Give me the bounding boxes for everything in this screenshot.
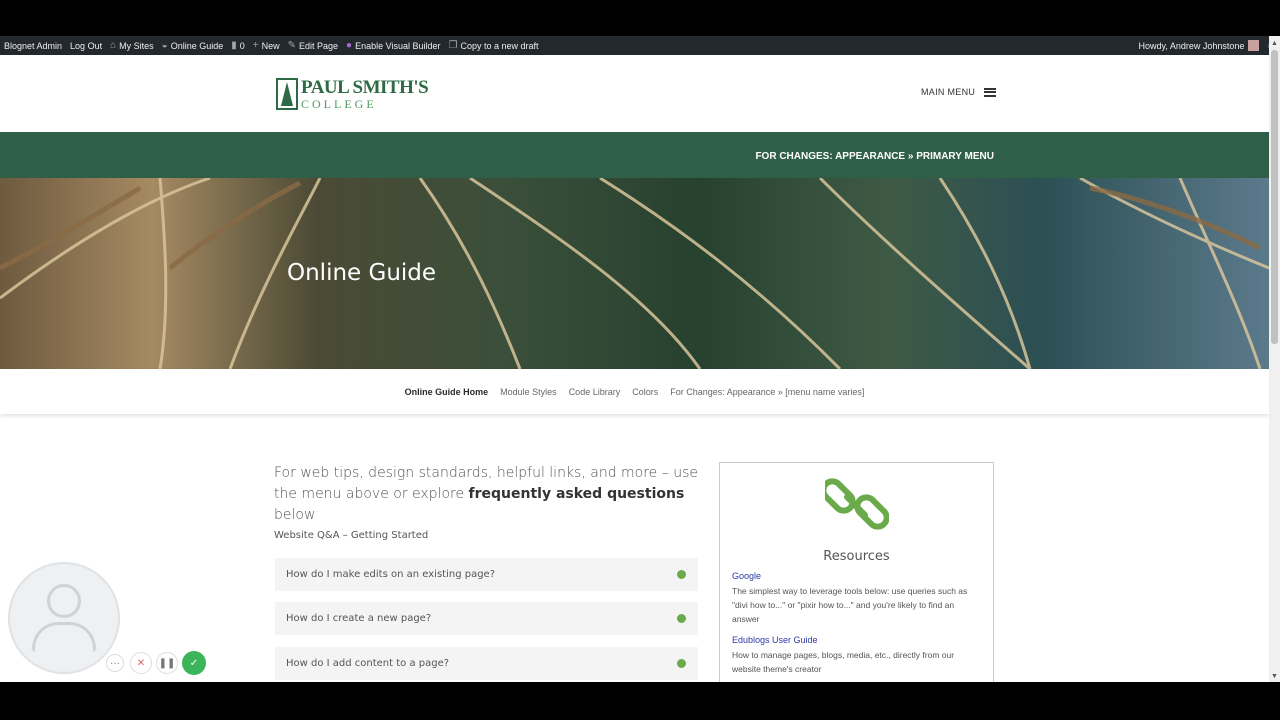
admin-bar: Blognet Admin Log Out ⌂ My Sites ◒ Online … <box>0 36 1280 55</box>
admin-item-new[interactable]: + New <box>249 36 284 55</box>
grass-background <box>0 178 1269 369</box>
intro-text: For web tips, design standards, helpful … <box>274 465 698 523</box>
webcam-avatar <box>8 562 120 674</box>
toggle-dot-icon <box>677 570 686 579</box>
check-icon: ✓ <box>189 657 199 669</box>
admin-item-my-sites[interactable]: ⌂ My Sites <box>106 36 158 55</box>
hamburger-icon <box>984 87 997 97</box>
resources-panel: Resources Google The simplest way to lev… <box>719 462 994 682</box>
chain-link-icon <box>825 478 889 530</box>
page-scrollbar[interactable]: ▲ ▼ <box>1269 36 1280 682</box>
resources-title: Resources <box>823 549 890 564</box>
qa-section-title: Website Q&A – Getting Started <box>274 530 429 541</box>
resource-desc-edublogs: How to manage pages, blogs, media, etc.,… <box>732 650 955 674</box>
pine-tree-icon <box>276 78 298 110</box>
toggle-dot-icon <box>677 614 686 623</box>
admin-item-visual-builder[interactable]: ● Enable Visual Builder <box>342 36 444 55</box>
cancel-recording-button[interactable]: ✕ <box>130 652 152 674</box>
pencil-icon: ✎ <box>287 40 297 51</box>
more-button[interactable]: ··· <box>106 654 124 672</box>
admin-item-logout[interactable]: Log Out <box>66 36 106 55</box>
subnav-for-changes[interactable]: For Changes: Appearance » [menu name var… <box>670 387 864 397</box>
pause-recording-button[interactable]: ❚❚ <box>156 652 178 674</box>
primary-menu-band: FOR CHANGES: APPEARANCE » PRIMARY MENU <box>0 132 1269 178</box>
resource-link-google[interactable]: Google <box>732 571 761 581</box>
comment-icon: ▮ <box>231 40 237 51</box>
finish-recording-button[interactable]: ✓ <box>182 651 206 675</box>
divi-icon: ● <box>346 40 353 51</box>
main-menu-toggle[interactable]: MAIN MENU <box>921 87 997 97</box>
admin-item-online-guide[interactable]: ◒ Online Guide <box>158 36 228 55</box>
scroll-up-icon[interactable]: ▲ <box>1271 40 1278 47</box>
pause-icon: ❚❚ <box>158 657 176 669</box>
admin-item-blognet[interactable]: Blognet Admin <box>0 36 66 55</box>
hero-banner: Online Guide <box>0 178 1269 369</box>
admin-item-comments[interactable]: ▮ 0 <box>227 36 249 55</box>
plus-icon: + <box>252 40 259 51</box>
page-title: Online Guide <box>287 260 437 286</box>
close-icon: ✕ <box>136 657 146 669</box>
faq-toggle-edit-page[interactable]: How do I make edits on an existing page? <box>275 558 698 591</box>
avatar <box>1248 40 1260 51</box>
toggle-dot-icon <box>677 659 686 668</box>
admin-item-account[interactable]: Howdy, Andrew Johnstone <box>1134 36 1263 55</box>
faq-emphasis: frequently asked questions <box>468 486 685 502</box>
scroll-down-icon[interactable]: ▼ <box>1271 673 1278 680</box>
subnav-colors[interactable]: Colors <box>632 387 658 397</box>
copy-icon: ❐ <box>448 40 458 51</box>
subnav-code-library[interactable]: Code Library <box>569 387 621 397</box>
scrollbar-thumb[interactable] <box>1271 50 1278 344</box>
more-icon: ··· <box>110 657 120 669</box>
resource-link-edublogs[interactable]: Edublogs User Guide <box>732 635 818 645</box>
sites-icon: ⌂ <box>110 40 117 51</box>
resource-desc-google: The simplest way to leverage tools below… <box>732 586 968 624</box>
subnav-online-guide-home[interactable]: Online Guide Home <box>405 387 489 397</box>
faq-toggle-create-page[interactable]: How do I create a new page? <box>275 602 698 635</box>
faq-toggle-add-content[interactable]: How do I add content to a page? <box>275 647 698 680</box>
browser-viewport: Blognet Admin Log Out ⌂ My Sites ◒ Online … <box>0 36 1280 682</box>
dashboard-icon: ◒ <box>161 40 168 51</box>
admin-item-copy-draft[interactable]: ❐ Copy to a new draft <box>444 36 542 55</box>
sub-navigation: Online Guide Home Module Styles Code Lib… <box>0 369 1269 414</box>
subnav-module-styles[interactable]: Module Styles <box>500 387 557 397</box>
site-logo[interactable]: PAUL SMITH'S COLLEGE <box>276 78 429 110</box>
site-header: PAUL SMITH'S COLLEGE MAIN MENU <box>0 55 1269 132</box>
primary-menu-link[interactable]: FOR CHANGES: APPEARANCE » PRIMARY MENU <box>755 151 994 162</box>
admin-item-edit-page[interactable]: ✎ Edit Page <box>284 36 342 55</box>
